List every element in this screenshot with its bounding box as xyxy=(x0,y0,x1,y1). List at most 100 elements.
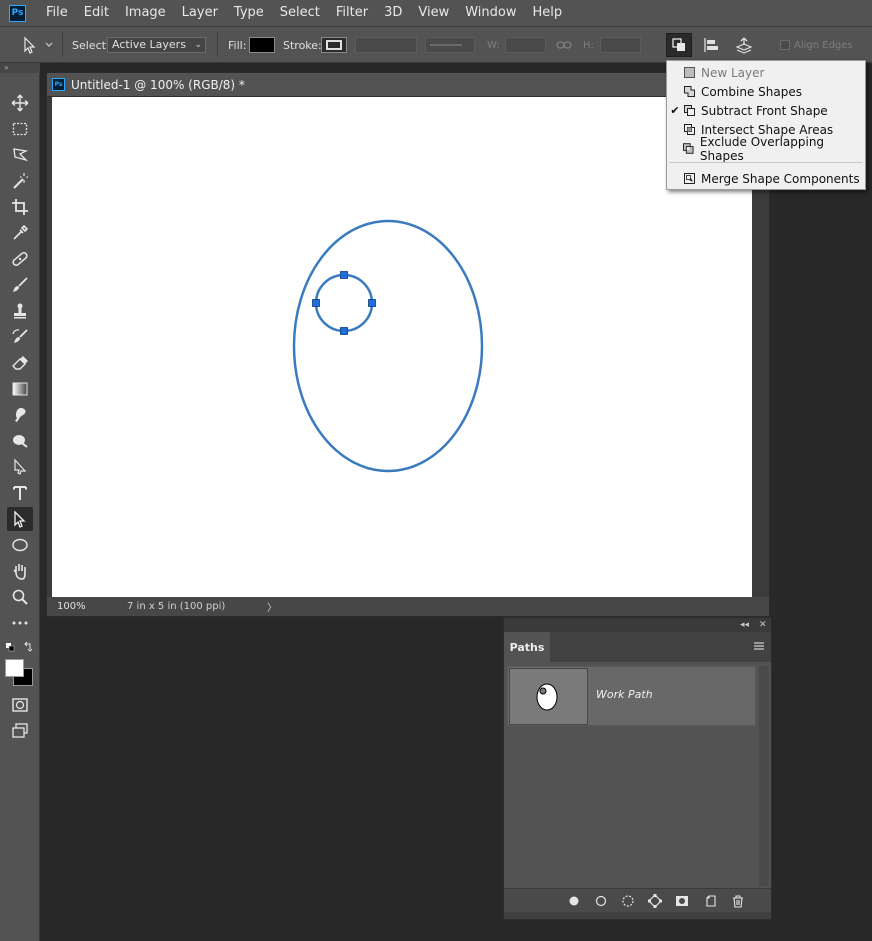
menu-item-merge-shape-components[interactable]: Merge Shape Components xyxy=(667,169,865,188)
gradient-tool-icon[interactable] xyxy=(7,377,33,401)
stroke-width-field[interactable] xyxy=(355,37,417,53)
stroke-swatch[interactable] xyxy=(321,37,347,53)
screen-mode-icon[interactable] xyxy=(7,719,33,743)
quick-mask-icon[interactable] xyxy=(7,693,33,717)
collapse-panel-icon[interactable]: ◂◂ xyxy=(740,618,749,632)
menu-item-new-layer[interactable]: New Layer xyxy=(667,63,865,82)
stroke-type-dropdown[interactable] xyxy=(425,37,475,53)
document-tab[interactable]: Ps Untitled-1 @ 100% (RGB/8) * xyxy=(47,73,769,97)
toolbar-collapse-grip[interactable]: » xyxy=(0,63,40,73)
width-field[interactable] xyxy=(505,37,546,53)
menu-edit[interactable]: Edit xyxy=(76,0,117,26)
canvas[interactable] xyxy=(52,97,752,597)
more-tools-icon[interactable] xyxy=(7,611,33,635)
hand-tool-icon[interactable] xyxy=(7,559,33,583)
move-tool-icon[interactable] xyxy=(7,91,33,115)
inner-circle-path[interactable] xyxy=(314,273,374,333)
path-selection-tool-icon[interactable] xyxy=(7,507,33,531)
foreground-color-swatch[interactable] xyxy=(5,659,24,677)
healing-brush-tool-icon[interactable] xyxy=(7,247,33,271)
anchor-point-bottom[interactable] xyxy=(340,327,348,335)
panel-menu-icon[interactable] xyxy=(753,640,765,652)
anchor-point-left[interactable] xyxy=(312,299,320,307)
menu-file[interactable]: File xyxy=(38,0,76,26)
type-tool-icon[interactable] xyxy=(7,481,33,505)
tool-preset-picker[interactable] xyxy=(20,27,54,63)
menu-item-subtract-front-shape[interactable]: ✔ Subtract Front Shape xyxy=(667,101,865,120)
path-operations-menu: New Layer Combine Shapes ✔ Subtract Fron… xyxy=(666,60,866,190)
outer-ellipse-path[interactable] xyxy=(292,219,484,473)
fill-path-icon[interactable] xyxy=(566,893,582,909)
path-operations-button[interactable] xyxy=(666,33,692,57)
align-edges-checkbox[interactable]: Align Edges xyxy=(780,27,853,63)
exclude-overlapping-shapes-icon xyxy=(683,143,694,154)
document-icon: Ps xyxy=(52,78,65,91)
options-bar: Select: Active Layers ⌄ Fill: Stroke: W:… xyxy=(0,26,872,63)
clone-stamp-tool-icon[interactable] xyxy=(7,299,33,323)
tab-paths[interactable]: Paths xyxy=(504,632,550,662)
menu-filter[interactable]: Filter xyxy=(328,0,376,26)
panel-resize-grip[interactable] xyxy=(504,912,771,919)
menu-select[interactable]: Select xyxy=(272,0,328,26)
menu-item-label: Combine Shapes xyxy=(701,84,802,99)
history-brush-tool-icon[interactable] xyxy=(7,325,33,349)
check-mark-icon: ✔ xyxy=(670,104,680,117)
add-mask-icon[interactable] xyxy=(674,893,690,909)
eyedropper-tool-icon[interactable] xyxy=(7,221,33,245)
path-arrangement-button[interactable] xyxy=(731,33,757,57)
lasso-tool-icon[interactable] xyxy=(7,143,33,167)
menu-image[interactable]: Image xyxy=(117,0,174,26)
stroke-label: Stroke: xyxy=(283,38,322,52)
magic-wand-tool-icon[interactable] xyxy=(7,169,33,193)
menu-item-exclude-overlapping-shapes[interactable]: Exclude Overlapping Shapes xyxy=(667,135,865,163)
menu-help[interactable]: Help xyxy=(525,0,571,26)
menu-layer[interactable]: Layer xyxy=(174,0,226,26)
height-label: H: xyxy=(583,39,594,51)
delete-path-icon[interactable] xyxy=(730,893,746,909)
crop-tool-icon[interactable] xyxy=(7,195,33,219)
close-panel-icon[interactable]: ✕ xyxy=(759,618,767,632)
load-path-as-selection-icon[interactable] xyxy=(620,893,636,909)
anchor-point-top[interactable] xyxy=(340,271,348,279)
menu-item-combine-shapes[interactable]: Combine Shapes xyxy=(667,82,865,101)
default-colors-icon[interactable] xyxy=(5,641,35,653)
link-icon[interactable] xyxy=(556,27,572,63)
photoshop-logo: Ps xyxy=(9,4,26,22)
path-thumbnail xyxy=(509,668,588,725)
intersect-shape-areas-icon xyxy=(684,124,695,135)
make-work-path-icon[interactable] xyxy=(647,893,663,909)
fill-label: Fill: xyxy=(228,38,247,52)
marquee-tool-icon[interactable] xyxy=(7,117,33,141)
path-alignment-button[interactable] xyxy=(698,33,724,57)
menu-view[interactable]: View xyxy=(410,0,457,26)
zoom-level-field[interactable]: 100% xyxy=(57,601,127,612)
menu-window[interactable]: Window xyxy=(457,0,524,26)
status-bar: 100% 7 in x 5 in (100 ppi) 〉 xyxy=(47,597,769,616)
stroke-path-icon[interactable] xyxy=(593,893,609,909)
height-field[interactable] xyxy=(600,37,641,53)
options-separator xyxy=(62,33,63,57)
path-alignment-icon xyxy=(704,38,718,52)
brush-tool-icon[interactable] xyxy=(7,273,33,297)
eraser-tool-icon[interactable] xyxy=(7,351,33,375)
path-name[interactable]: Work Path xyxy=(596,688,653,701)
menu-separator xyxy=(669,162,863,163)
status-menu-arrow-icon[interactable]: 〉 xyxy=(267,599,277,614)
select-layers-dropdown[interactable]: Active Layers ⌄ xyxy=(107,37,206,53)
menu-3d[interactable]: 3D xyxy=(376,0,410,26)
anchor-point-right[interactable] xyxy=(368,299,376,307)
path-item-work-path[interactable]: Work Path xyxy=(507,666,756,726)
menu-item-label: Exclude Overlapping Shapes xyxy=(699,134,825,163)
panel-scrollbar[interactable] xyxy=(759,666,769,886)
fill-swatch[interactable] xyxy=(249,37,275,53)
menu-type[interactable]: Type xyxy=(226,0,272,26)
ellipse-tool-icon[interactable] xyxy=(7,533,33,557)
panel-header-bar: ◂◂ ✕ xyxy=(504,618,771,632)
dodge-tool-icon[interactable] xyxy=(7,429,33,453)
align-edges-label: Align Edges xyxy=(794,39,853,51)
zoom-tool-icon[interactable] xyxy=(7,585,33,609)
select-label: Select: xyxy=(72,38,110,52)
blur-tool-icon[interactable] xyxy=(7,403,33,427)
pen-tool-icon[interactable] xyxy=(7,455,33,479)
new-path-icon[interactable] xyxy=(703,893,719,909)
